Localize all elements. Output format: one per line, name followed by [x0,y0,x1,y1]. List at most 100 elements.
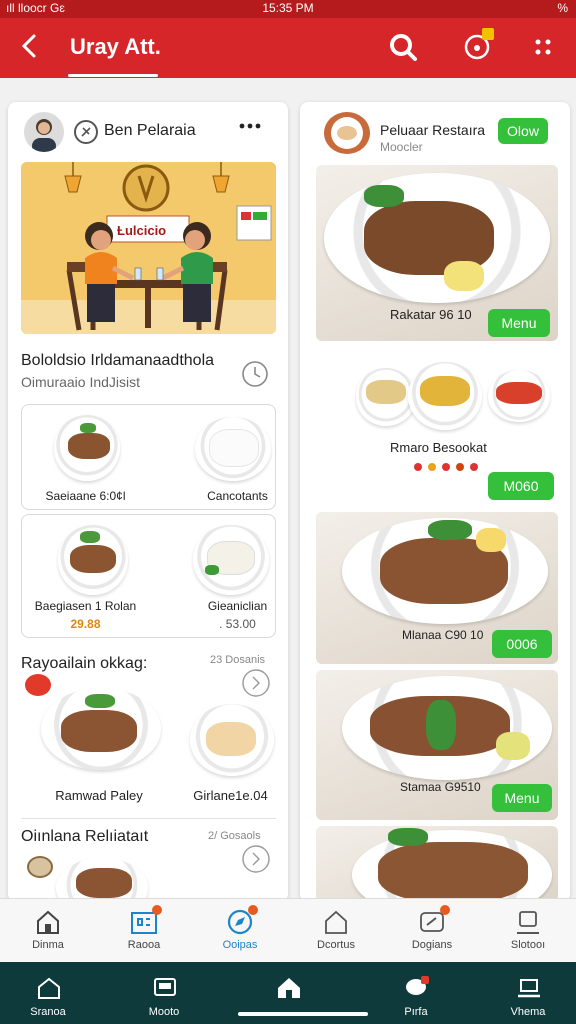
search-button[interactable] [388,32,418,62]
clock-icon[interactable] [241,360,269,388]
food-image [378,842,528,902]
dish-menu-button[interactable]: Menu [488,309,550,337]
bottom-tab-bar: Dinma Raooa Ooipas Dcortus Dogians Sloto… [0,898,576,962]
menu-card-row-2: Baegiasen 1 Rolan 29.88 Gieaniclian . 53… [21,514,276,638]
lemon-image [444,261,484,291]
house-outline-icon [325,910,347,934]
status-battery: % [557,1,568,15]
user-avatar[interactable] [24,112,64,152]
laptop-icon [518,979,540,998]
dish-label: Stamaa G9510 [400,780,481,794]
recommend-item-label: Girlane1e.04 [193,788,268,803]
tab-offers[interactable]: Ooipas [192,899,288,963]
food-image [61,710,137,752]
garnish-image [85,694,115,708]
recommend-item[interactable]: Ramwad Paley [21,682,161,812]
profile-card-icon [517,911,539,934]
garnish-image [205,565,219,575]
follow-button[interactable]: Olow [498,118,548,144]
garnish-image [80,531,100,543]
chevron-icon-button[interactable] [241,844,271,874]
tab-label: Dcortus [317,939,355,951]
menu-item-price: 29.88 [70,617,101,631]
right-feed-panel: Peluaar Restaıra Moocler Olow Rakatar 96… [300,102,570,902]
title-underline [68,74,158,77]
recommend-title: Rayoailain okkag: [21,655,148,672]
next-section-title: Oiınlana Relıiataıt [21,828,149,845]
chickpeas-image [420,376,470,406]
dish-card[interactable]: Rmaro Besookat M060 [316,348,558,508]
home-icon [37,910,59,934]
menu-item-card[interactable]: Saeiaane 6:0¢l [22,405,149,511]
tab-label: Slotooı [510,939,546,951]
chevron-left-icon [21,34,36,58]
dish-menu-button[interactable]: 0006 [492,630,552,658]
menu-item-label: Baegiasen 1 Rolan [34,599,137,613]
home-indicator[interactable] [238,1012,368,1016]
restaurant-avatar[interactable] [324,112,370,154]
status-time: 15:35 PM [262,1,314,15]
small-bowl-icon [27,856,53,878]
page-title: Uray Att. [70,34,161,59]
garnish-image [80,423,96,433]
restaurant-logo-icon [74,120,98,144]
tab-designs[interactable]: Dogians [384,899,480,963]
notifications-button[interactable] [462,28,494,62]
profile-name[interactable]: Ben Pelaraia [104,122,196,140]
nav-label: Pırfa [404,1006,428,1018]
more-menu-button[interactable] [238,116,262,142]
tab-restaurants[interactable]: Raooa [96,899,192,963]
noodles-image [366,380,406,404]
tab-label: Raooa [127,939,161,951]
nav-label: Mooto [148,1006,180,1018]
more-options-button[interactable] [528,32,558,62]
food-image [68,433,110,459]
nav-theme[interactable]: Vhema [480,962,576,1024]
tab-label: Dogians [411,939,453,951]
menu-item-label: Saeiaane 6:0¢l [45,489,126,503]
menu-item-card[interactable]: Gieaniclian . 53.00 [149,515,276,639]
nav-home[interactable]: Sranoa [0,962,96,1024]
dish-card[interactable] [316,826,558,902]
tab-label: Ooipas [222,939,258,951]
dish-card[interactable]: Rakatar 96 10 Menu [316,165,558,341]
egg-image [476,528,506,552]
search-icon [390,34,417,61]
dish-menu-button[interactable]: M060 [488,472,554,500]
nav-profile[interactable]: Pırfa [368,962,464,1024]
recommend-item[interactable]: Girlane1e.04 [178,682,283,812]
menu-item-card[interactable]: Cancotants [149,405,276,511]
nav-messages[interactable]: Mooto [116,962,212,1024]
more-dots-icon [239,123,261,129]
left-feed-panel: Ben Pelaraia Ƚulcicio Bololdsio Irldaman… [8,102,288,902]
restaurant-banner-illustration[interactable]: Ƚulcicio [21,162,276,334]
recommend-meta: 23 Dosanis [210,654,266,666]
menu-card-row-1: Saeiaane 6:0¢l Cancotants [21,404,276,510]
dish-menu-button[interactable]: Menu [492,784,552,812]
recommend-item-label: Ramwad Paley [55,788,143,803]
food-image [70,545,116,573]
garnish-image [364,185,404,207]
nav-label: Sranoa [30,1006,66,1018]
dish-label: Mlanaa C90 10 [402,628,484,642]
restaurant-name[interactable]: Peluaar Restaıra [380,122,485,138]
tab-badge [248,905,258,915]
menu-item-label: Gieaniclian [207,599,268,613]
garnish-image [388,828,428,846]
tab-store[interactable]: Slotooı [480,899,576,963]
food-image [76,868,132,898]
tab-label: Dinma [32,939,64,951]
app-bar: Uray Att. [0,18,576,78]
food-image [206,722,256,756]
notification-badge [482,28,494,40]
back-button[interactable] [14,30,46,62]
tab-doctors[interactable]: Dcortus [288,899,384,963]
chat-bubble-icon [406,976,429,995]
tab-home[interactable]: Dinma [0,899,96,963]
menu-item-card[interactable]: Baegiasen 1 Rolan 29.88 [22,515,149,639]
dish-card[interactable]: Mlanaa C90 10 0006 [316,512,558,664]
dish-card[interactable]: Stamaa G9510 Menu [316,670,558,820]
next-section-meta: 2/ Gosaols [208,830,261,842]
lime-image [496,732,530,760]
section-subtitle: Oimuraaio IndJisist [21,374,141,390]
